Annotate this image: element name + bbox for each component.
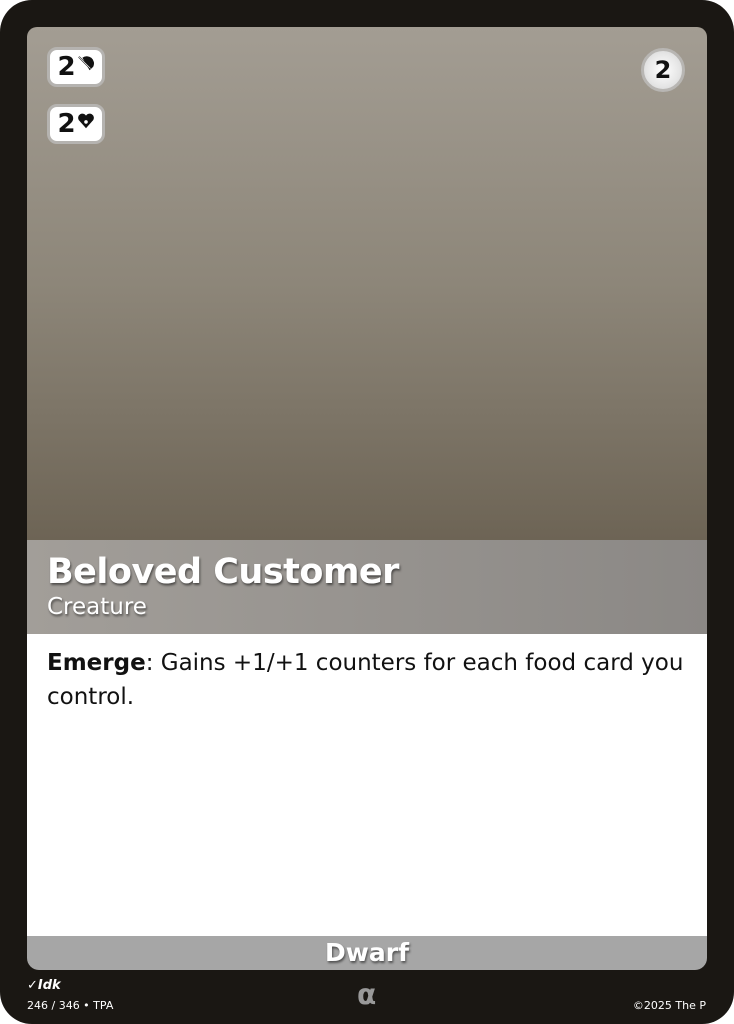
subtype: Dwarf (325, 938, 409, 967)
sword-shield-icon (77, 56, 94, 71)
subtype-band: Dwarf (27, 936, 707, 970)
brush-icon: ✓ (27, 978, 38, 993)
rules-box: Emerge: Gains +1/+1 counters for each fo… (27, 634, 707, 936)
rules-keyword: Emerge (47, 650, 146, 676)
artist-name: Idk (37, 978, 61, 993)
rules-text: Emerge: Gains +1/+1 counters for each fo… (47, 646, 687, 714)
heart-icon (77, 113, 94, 129)
artist-credit: ✓Idk (27, 978, 61, 993)
card-art (27, 27, 707, 540)
health-value: 2 (57, 109, 76, 139)
collector-info: 246 / 346 • TPA (27, 999, 114, 1012)
card: 2 2 2 Beloved Customer Creature Emerge: … (0, 0, 734, 1024)
health-badge: 2 (47, 104, 105, 144)
card-name: Beloved Customer (47, 552, 399, 592)
rarity-symbol: α (357, 978, 377, 1011)
type-line: Creature (47, 594, 147, 620)
copyright: ©2025 The P (632, 999, 706, 1012)
title-band: Beloved Customer Creature (27, 540, 707, 634)
attack-badge: 2 (47, 47, 105, 87)
cost-circle: 2 (641, 48, 685, 92)
cost-value: 2 (654, 56, 672, 84)
attack-value: 2 (57, 52, 76, 82)
